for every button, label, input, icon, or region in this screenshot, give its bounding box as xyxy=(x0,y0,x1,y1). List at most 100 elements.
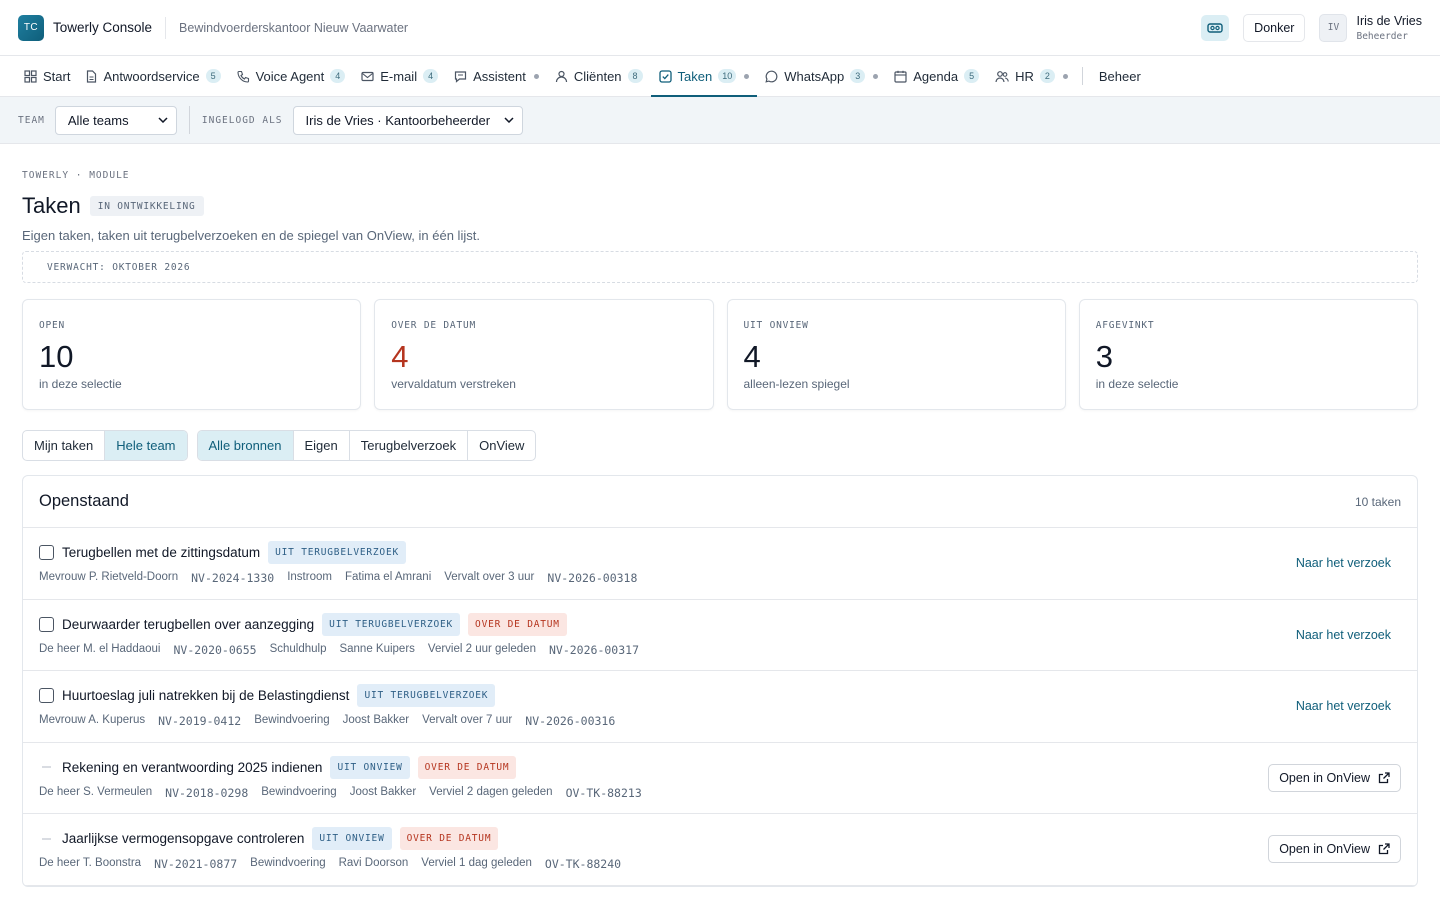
open-in-onview-button[interactable]: Open in OnView xyxy=(1268,763,1401,792)
header-divider xyxy=(165,16,167,39)
task-reference: NV-2026-00316 xyxy=(525,714,616,729)
task-checkbox[interactable] xyxy=(39,616,54,632)
tab-label: Taken xyxy=(677,68,713,84)
task-row: Deurwaarder terugbellen over aanzegging … xyxy=(23,600,1417,671)
go-to-request-link[interactable]: Naar het verzoek xyxy=(1296,628,1391,642)
stat-caption: vervaldatum verstreken xyxy=(391,377,516,391)
task-client: De heer S. Vermeulen xyxy=(39,785,153,798)
chat-icon xyxy=(454,70,467,83)
task-row: Jaarlijkse vermogensopgave controleren U… xyxy=(23,814,1417,886)
calendar-icon xyxy=(894,70,907,83)
tab-label: Assistent xyxy=(473,68,526,84)
stat-caption: in deze selectie xyxy=(1095,377,1179,391)
tab-label: Start xyxy=(43,68,71,84)
login-as-select[interactable]: Iris de Vries · Kantoorbeheerder xyxy=(292,105,523,135)
button-label: Open in OnView xyxy=(1279,770,1370,785)
tab-label: Voice Agent xyxy=(255,68,325,84)
chevron-down-icon xyxy=(504,117,514,123)
task-assignee: Sanne Kuipers xyxy=(339,642,415,655)
tab-whatsapp[interactable]: WhatsApp 3 xyxy=(757,56,886,96)
source-tag: UIT TERUGBELVERZOEK xyxy=(322,612,461,636)
task-due: Vervalt over 3 uur xyxy=(444,571,535,584)
source-tag: UIT ONVIEW xyxy=(312,827,392,851)
count-badge: 10 xyxy=(718,69,737,83)
user-role: Beheerder xyxy=(1356,30,1408,42)
task-title: Huurtoeslag juli natrekken bij de Belast… xyxy=(62,688,350,704)
stat-label: UIT ONVIEW xyxy=(743,320,809,331)
people-icon xyxy=(995,70,1009,82)
user-menu[interactable]: IV Iris de Vries Beheerder xyxy=(1319,13,1422,42)
task-reference: OV-TK-88213 xyxy=(565,785,642,800)
tab-start[interactable]: Start xyxy=(16,56,78,96)
tab-label: E-mail xyxy=(380,68,418,84)
tab-taken[interactable]: Taken 10 xyxy=(650,56,758,97)
theme-toggle-button[interactable]: Donker xyxy=(1243,13,1306,42)
source-own[interactable]: Eigen xyxy=(294,431,350,460)
open-in-onview-button[interactable]: Open in OnView xyxy=(1268,835,1401,864)
tab-e-mail[interactable]: E-mail 4 xyxy=(353,56,446,96)
tab-beheer[interactable]: Beheer xyxy=(1091,56,1149,96)
grid-icon xyxy=(24,69,37,83)
chevron-down-icon xyxy=(158,117,168,123)
headset-icon[interactable] xyxy=(1201,14,1230,41)
task-due: Verviel 2 dagen geleden xyxy=(429,785,553,798)
nav-divider xyxy=(1081,67,1083,85)
filter-divider xyxy=(188,106,190,134)
user-icon xyxy=(555,70,567,82)
task-assignee: Joost Bakker xyxy=(342,714,410,727)
tab-antwoordservice[interactable]: Antwoordservice 5 xyxy=(78,56,228,96)
scope-whole-team[interactable]: Hele team xyxy=(105,431,187,460)
app-logo[interactable]: TC xyxy=(18,14,44,41)
task-client: De heer M. el Haddaoui xyxy=(39,642,161,655)
task-category: Schuldhulp xyxy=(269,642,327,655)
tab-assistent[interactable]: Assistent xyxy=(446,56,547,96)
task-row: Huurtoeslag juli natrekken bij de Belast… xyxy=(23,671,1417,743)
count-badge: 4 xyxy=(423,69,439,83)
source-callback[interactable]: Terugbelverzoek xyxy=(350,431,469,460)
task-checkbox[interactable] xyxy=(39,545,54,561)
login-as-label: INGELOGD ALS xyxy=(201,114,283,126)
external-link-icon xyxy=(1378,843,1390,855)
checkbox-icon xyxy=(658,69,672,83)
task-reference: OV-TK-88240 xyxy=(544,857,622,872)
source-onview[interactable]: OnView xyxy=(468,431,535,460)
task-dossier: NV-2024-1330 xyxy=(191,571,275,586)
task-category: Bewindvoering xyxy=(250,857,326,870)
scope-my-tasks[interactable]: Mijn taken xyxy=(23,431,106,460)
go-to-request-link[interactable]: Naar het verzoek xyxy=(1296,699,1391,713)
external-link-icon xyxy=(1378,772,1390,783)
main-nav: Start Antwoordservice 5 Voice Agent 4 E-… xyxy=(0,56,1440,97)
overdue-tag: OVER DE DATUM xyxy=(468,612,567,636)
count-badge: 5 xyxy=(964,69,980,83)
login-as-select-value: Iris de Vries · Kantoorbeheerder xyxy=(305,112,491,128)
task-assignee: Joost Bakker xyxy=(349,785,417,798)
overdue-tag: OVER DE DATUM xyxy=(417,755,517,779)
tab-clienten[interactable]: Cliënten 8 xyxy=(547,56,651,96)
team-select[interactable]: Alle teams xyxy=(54,105,177,135)
team-label: TEAM xyxy=(18,114,45,126)
task-checkbox[interactable] xyxy=(39,688,54,704)
task-client: Mevrouw A. Kuperus xyxy=(39,714,146,727)
go-to-request-link[interactable]: Naar het verzoek xyxy=(1296,556,1391,570)
status-dot xyxy=(873,73,879,79)
count-badge: 4 xyxy=(330,69,346,83)
avatar: IV xyxy=(1319,13,1348,42)
stat-card-overdue: OVER DE DATUM 4 vervaldatum verstreken xyxy=(374,299,714,410)
stat-caption: in deze selectie xyxy=(39,377,122,391)
tab-voice-agent[interactable]: Voice Agent 4 xyxy=(229,56,354,96)
team-select-value: Alle teams xyxy=(67,112,129,128)
button-label: Open in OnView xyxy=(1279,842,1370,857)
user-name: Iris de Vries xyxy=(1356,13,1422,28)
task-due: Verviel 2 uur geleden xyxy=(427,642,536,655)
tab-hr[interactable]: HR 2 xyxy=(987,56,1076,96)
task-title: Jaarlijkse vermogensopgave controleren xyxy=(62,831,305,847)
document-icon xyxy=(87,69,97,83)
count-badge: 3 xyxy=(850,69,866,83)
task-reference: NV-2026-00317 xyxy=(548,642,639,657)
task-client: Mevrouw P. Rietveld-Doorn xyxy=(39,571,179,584)
task-row: Terugbellen met de zittingsdatum UIT TER… xyxy=(23,528,1417,600)
stat-card-open: OPEN 10 in deze selectie xyxy=(22,299,362,410)
source-all[interactable]: Alle bronnen xyxy=(197,431,294,460)
source-segmented-control: Alle bronnen Eigen Terugbelverzoek OnVie… xyxy=(196,430,537,461)
tab-agenda[interactable]: Agenda 5 xyxy=(886,56,987,96)
